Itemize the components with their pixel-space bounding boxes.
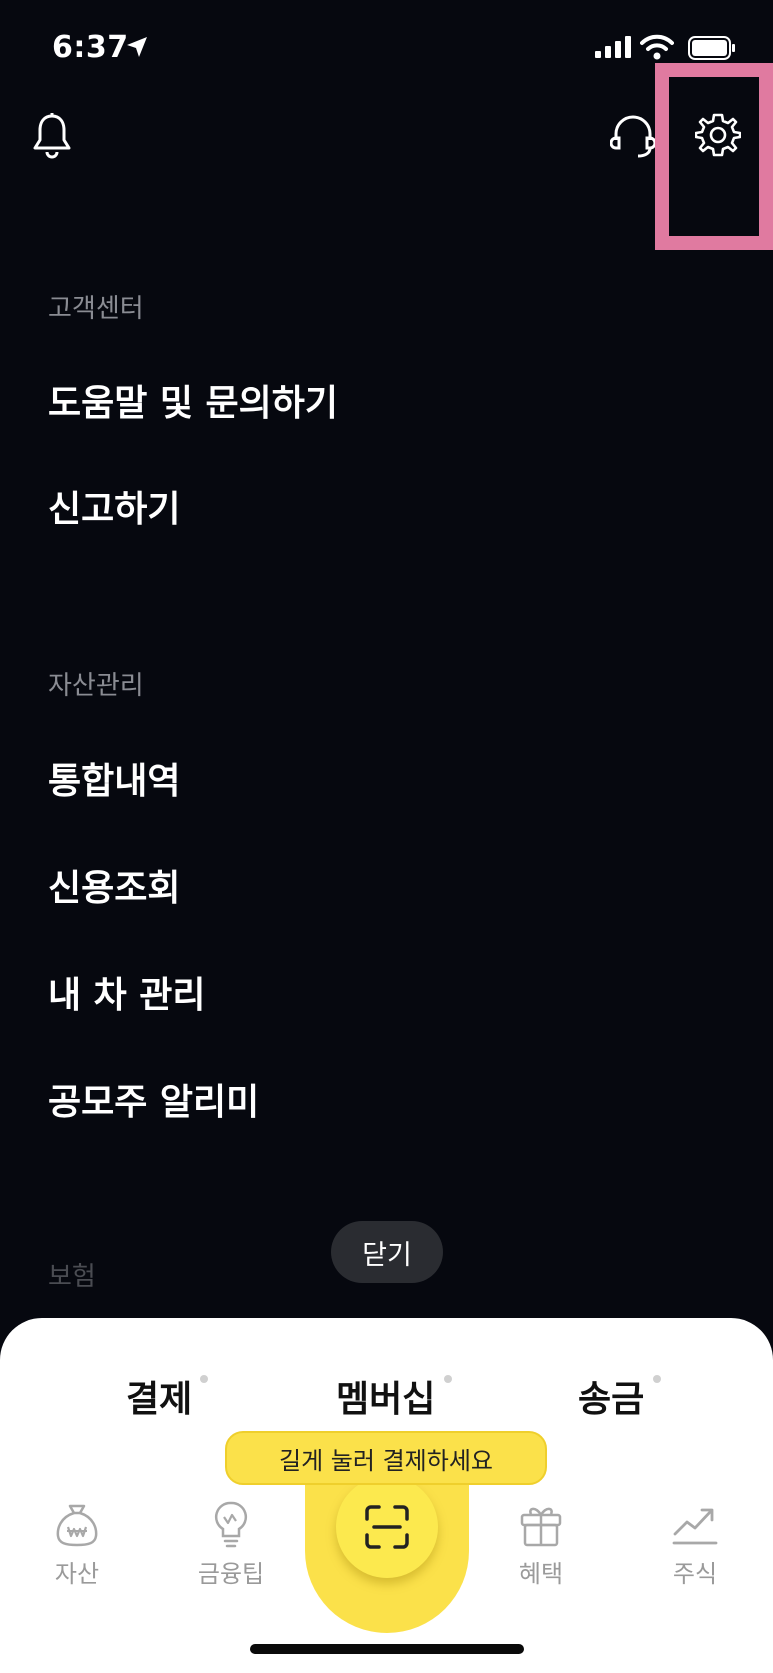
menu-item-help-inquiry[interactable]: 도움말 및 문의하기 <box>48 374 338 426</box>
menu-item-credit-check[interactable]: 신용조회 <box>48 859 180 911</box>
menu-item-my-car[interactable]: 내 차 관리 <box>48 966 206 1018</box>
section-title-customer-center: 고객센터 <box>48 294 144 324</box>
long-press-tooltip: 길게 눌러 결제하세요 <box>225 1431 547 1485</box>
money-bag-icon <box>56 1504 98 1547</box>
status-time: 6:37 <box>52 30 129 65</box>
section-title-insurance: 보험 <box>48 1262 96 1292</box>
tab-payment[interactable]: 결제 <box>126 1370 192 1422</box>
menu-item-report[interactable]: 신고하기 <box>48 480 180 532</box>
bell-icon[interactable] <box>30 112 74 160</box>
settings-highlight-box <box>655 63 773 250</box>
stock-chart-icon <box>672 1508 718 1545</box>
nav-finance-tips[interactable]: 금융팁 <box>176 1500 286 1589</box>
lightbulb-icon <box>214 1501 248 1548</box>
menu-item-integrated-history[interactable]: 통합내역 <box>48 752 180 804</box>
battery-icon <box>688 36 735 60</box>
scan-icon <box>365 1505 409 1549</box>
nav-benefits-label: 혜택 <box>518 1560 564 1588</box>
tab-payment-dot <box>200 1375 208 1383</box>
headset-icon[interactable] <box>610 112 656 160</box>
close-button[interactable]: 닫기 <box>331 1221 443 1283</box>
section-title-asset-management: 자산관리 <box>48 671 144 701</box>
home-indicator <box>250 1644 524 1654</box>
nav-assets-label: 자산 <box>54 1560 100 1588</box>
nav-stocks[interactable]: 주식 <box>640 1500 750 1589</box>
tab-membership-dot <box>444 1375 452 1383</box>
nav-assets[interactable]: 자산 <box>22 1500 132 1589</box>
tab-transfer[interactable]: 송금 <box>578 1370 644 1422</box>
menu-item-ipo-alert[interactable]: 공모주 알리미 <box>48 1073 259 1125</box>
nav-benefits[interactable]: 혜택 <box>486 1500 596 1589</box>
tab-membership[interactable]: 멤버십 <box>336 1370 435 1422</box>
cellular-signal-icon <box>595 36 631 58</box>
wifi-icon <box>640 34 674 60</box>
nav-finance-tips-label: 금융팁 <box>197 1560 265 1588</box>
gift-icon <box>520 1507 562 1547</box>
nav-stocks-label: 주식 <box>672 1560 718 1588</box>
tab-transfer-dot <box>653 1375 661 1383</box>
scan-pay-button[interactable] <box>336 1476 438 1578</box>
location-arrow-icon <box>127 37 147 57</box>
